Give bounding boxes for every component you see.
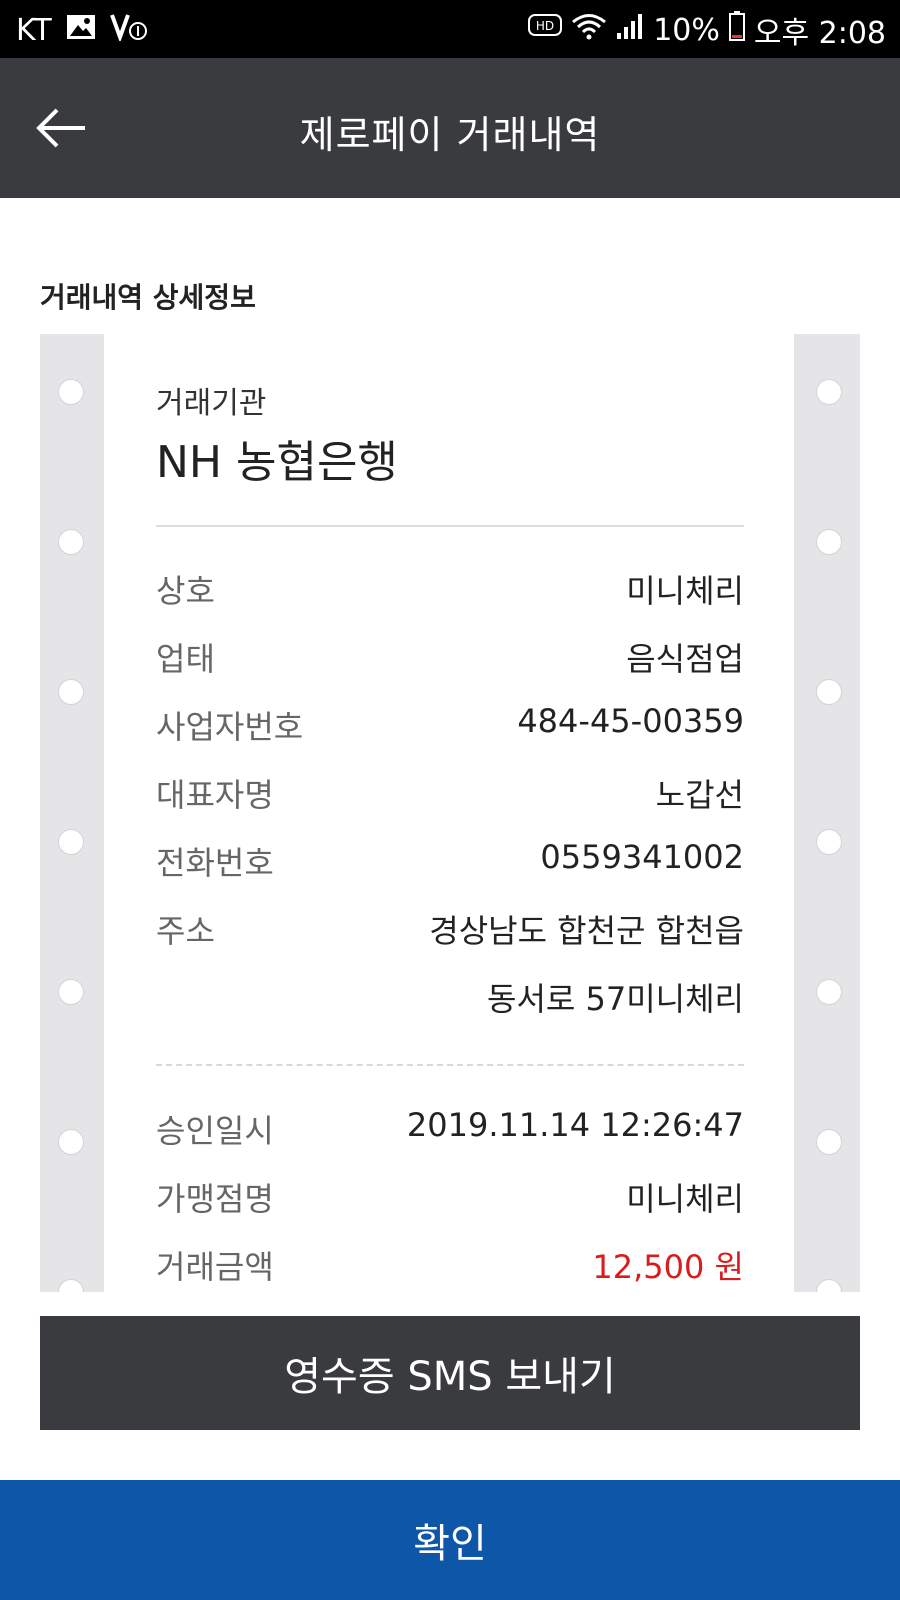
perforation-hole [58,1279,84,1292]
clock: 오후 2:08 [753,16,886,51]
address-value-line1: 경상남도 합천군 합천읍 [429,912,744,950]
approval-datetime-value: 2019.11.14 12:26:47 [406,1106,744,1144]
hd-label: HD [536,19,554,33]
dashed-divider [156,1064,744,1066]
business-type-label: 업태 [156,640,215,678]
battery-icon [728,10,746,50]
phone-value: 0559341002 [540,838,744,876]
perforation-hole [58,679,84,705]
status-bar-right: HD 10% 오후 2:08 [527,10,886,51]
wifi-icon [571,11,607,49]
perforation-hole [58,379,84,405]
business-number-value: 484-45-00359 [517,702,744,740]
receipt-frame[interactable]: 거래기관 NH 농협은행 상호 미니체리 업태 음식점업 사업자번호 484-4… [40,334,860,1292]
app-bar: 제로페이 거래내역 [0,58,900,198]
amount-label: 거래금액 [156,1248,274,1286]
perforation-hole [816,1129,842,1155]
perforation-hole [58,979,84,1005]
perforation-hole [816,679,842,705]
confirm-button[interactable]: 확인 [0,1480,900,1600]
perforation-hole [816,829,842,855]
perforation-hole [58,829,84,855]
divider [156,525,744,527]
merchant-name-value: 미니체리 [626,572,744,610]
phone-label: 전화번호 [156,844,274,882]
volte-icon [109,11,148,49]
receipt-paper: 거래기관 NH 농협은행 상호 미니체리 업태 음식점업 사업자번호 484-4… [104,334,794,1292]
store-name-value: 미니체리 [626,1180,744,1218]
hd-voice-icon: HD [527,11,563,49]
gallery-icon [66,13,96,48]
perforation-hole [816,529,842,555]
address-value-line2: 동서로 57미니체리 [487,980,744,1018]
perforation-hole [58,529,84,555]
store-name-label: 가맹점명 [156,1180,274,1218]
business-type-value: 음식점업 [626,640,744,678]
org-name: NH 농협은행 [156,437,398,488]
perforation-hole [816,979,842,1005]
merchant-name-label: 상호 [156,572,215,610]
approval-datetime-label: 승인일시 [156,1112,274,1150]
page-title: 제로페이 거래내역 [299,113,601,157]
representative-value: 노갑선 [655,776,744,814]
perforation-hole [816,379,842,405]
org-label: 거래기관 [156,386,267,421]
representative-label: 대표자명 [156,776,274,814]
perforation-hole [816,1279,842,1292]
battery-percent: 10% [653,12,720,48]
send-receipt-sms-button[interactable]: 영수증 SMS 보내기 [40,1316,860,1430]
status-bar: KT HD 10% 오후 2:08 [0,0,900,58]
carrier-label: KT [16,12,52,48]
business-number-label: 사업자번호 [156,708,304,746]
address-label: 주소 [156,912,215,950]
section-title: 거래내역 상세정보 [40,281,256,314]
perforation-hole [58,1129,84,1155]
signal-icon [615,11,645,49]
amount-value: 12,500 원 [592,1248,744,1286]
status-bar-left: KT [16,10,148,50]
